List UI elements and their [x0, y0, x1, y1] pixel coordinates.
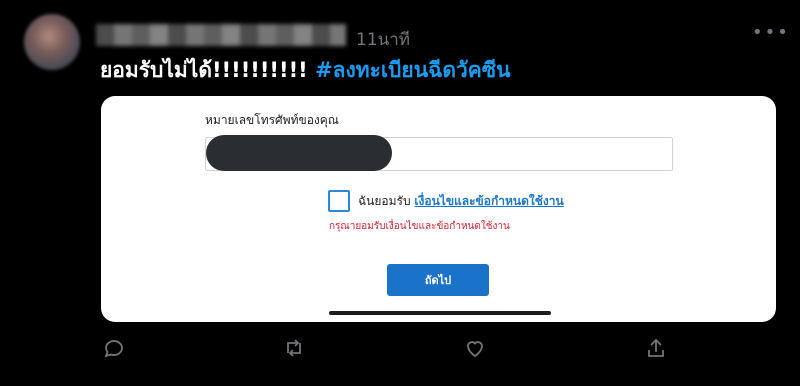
reply-icon[interactable]	[102, 336, 128, 362]
next-button[interactable]: ถัดไป	[387, 264, 489, 296]
accept-checkbox[interactable]	[328, 190, 350, 212]
terms-link[interactable]: เงื่อนไขและข้อกำหนดใช้งาน	[414, 194, 563, 208]
retweet-icon[interactable]	[282, 336, 308, 362]
blurred-display-name[interactable]	[96, 24, 346, 46]
hashtag-link[interactable]: #ลงทะเบียนฉีดวัคซีน	[315, 58, 510, 82]
tweet-body: ยอมรับไม่ได้!!!!!!!!!!	[100, 58, 316, 82]
tweet-timestamp[interactable]: 11นาที	[356, 26, 410, 53]
attached-screenshot-card[interactable]: หมายเลขโทรศัพท์ของคุณ ฉันยอมรับ เงื่อนไข…	[101, 96, 776, 322]
more-horizontal-icon[interactable]: •••	[752, 24, 790, 42]
share-icon[interactable]	[644, 336, 670, 362]
accept-label: ฉันยอมรับ เงื่อนไขและข้อกำหนดใช้งาน	[358, 192, 564, 211]
phone-input[interactable]	[205, 135, 673, 171]
accept-prefix: ฉันยอมรับ	[358, 194, 415, 208]
error-message: กรุณายอมรับเงื่อนไขและข้อกำหนดใช้งาน	[329, 221, 510, 232]
home-indicator	[329, 311, 551, 315]
tweet-actions	[0, 336, 800, 366]
like-icon[interactable]	[463, 336, 489, 362]
phone-label: หมายเลขโทรศัพท์ของคุณ	[205, 113, 339, 127]
avatar[interactable]	[24, 14, 80, 70]
tweet-text: ยอมรับไม่ได้!!!!!!!!!! #ลงทะเบียนฉีดวัคซ…	[100, 54, 510, 87]
redacted-phone-number	[206, 135, 392, 171]
